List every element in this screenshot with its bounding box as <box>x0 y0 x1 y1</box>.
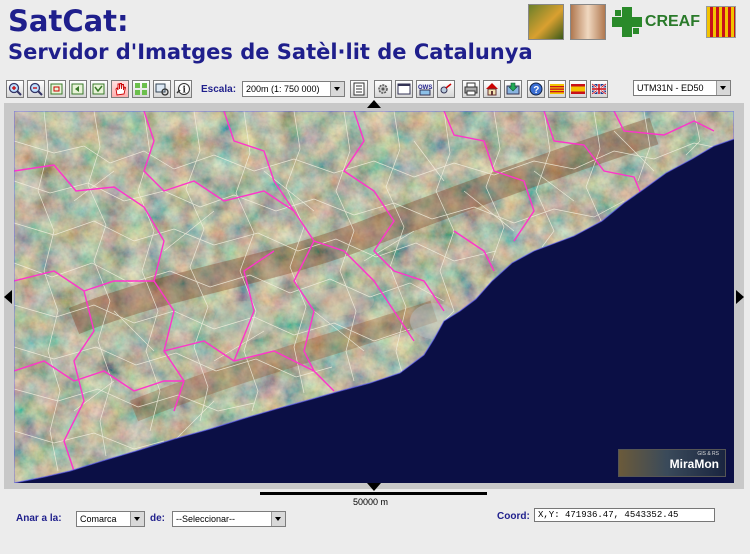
projection-value: UTM31N - ED50 <box>637 83 704 93</box>
miramon-logo[interactable]: GIS & RS MiraMon <box>618 449 726 477</box>
creaf-mark-icon <box>611 7 642 37</box>
miramon-logo-text: MiraMon <box>669 457 719 471</box>
zoom-out-button[interactable] <box>27 80 45 98</box>
projection-select[interactable]: UTM31N - ED50 <box>633 80 731 96</box>
escala-label: Escala: <box>201 84 237 95</box>
legend-button[interactable] <box>350 80 368 98</box>
map-frame: GIS & RS MiraMon <box>4 100 744 491</box>
app-title: SatCat: <box>8 4 129 38</box>
help-button[interactable]: ? <box>527 80 545 98</box>
zoom-window-button[interactable] <box>48 80 66 98</box>
svg-text:?: ? <box>533 85 539 96</box>
coord-label: Coord: <box>497 511 530 522</box>
escala-value: 200m (1: 750 000) <box>246 84 320 94</box>
creaf-logo[interactable]: CREAF <box>611 7 700 37</box>
anar-select[interactable]: Comarca <box>76 511 145 527</box>
print-button[interactable] <box>462 80 480 98</box>
english-flag-button[interactable] <box>590 80 608 98</box>
pan-hand-button[interactable] <box>111 80 129 98</box>
pan-west-arrow[interactable] <box>4 290 12 304</box>
chevron-down-icon <box>330 82 344 96</box>
toolbar: i Escala: 200m (1: 750 000) OWS ? UTM31N <box>6 80 744 100</box>
satellite-map-image <box>14 111 734 483</box>
escala-select[interactable]: 200m (1: 750 000) <box>242 81 345 97</box>
pan-north-arrow[interactable] <box>367 100 381 108</box>
catalan-flag-button[interactable] <box>548 80 566 98</box>
anar-label: Anar a la: <box>16 513 62 524</box>
zoom-all-button[interactable] <box>90 80 108 98</box>
satellite-logo[interactable] <box>527 4 564 40</box>
app-subtitle: Servidor d'Imatges de Satèl·lit de Catal… <box>8 40 533 64</box>
scale-label: 50000 m <box>353 497 389 507</box>
de-select[interactable]: --Seleccionar-- <box>172 511 286 527</box>
pan-south-arrow[interactable] <box>367 483 381 491</box>
settings-button[interactable] <box>374 80 392 98</box>
zoom-in-button[interactable] <box>6 80 24 98</box>
ambient-logo[interactable] <box>569 4 606 40</box>
svg-text:i: i <box>183 86 187 96</box>
grid-view-button[interactable] <box>132 80 150 98</box>
logos-bar: CREAF <box>527 4 736 40</box>
chevron-down-icon <box>271 512 285 526</box>
ows-button[interactable]: OWS <box>416 80 434 98</box>
query-map-button[interactable] <box>153 80 171 98</box>
scale-bar <box>260 492 487 495</box>
pan-east-arrow[interactable] <box>736 290 744 304</box>
de-label: de: <box>150 513 165 524</box>
generalitat-logo[interactable] <box>706 6 736 38</box>
home-button[interactable] <box>483 80 501 98</box>
download-button[interactable] <box>504 80 522 98</box>
info-query-button[interactable]: i <box>174 80 192 98</box>
spanish-flag-button[interactable] <box>569 80 587 98</box>
satellite-map[interactable]: GIS & RS MiraMon <box>14 111 734 483</box>
chevron-down-icon <box>716 81 730 95</box>
new-window-button[interactable] <box>395 80 413 98</box>
creaf-logo-text: CREAF <box>644 13 700 30</box>
zoom-previous-button[interactable] <box>69 80 87 98</box>
link-button[interactable] <box>437 80 455 98</box>
de-value: --Seleccionar-- <box>176 514 236 524</box>
coord-field[interactable]: X,Y: 471936.47, 4543352.45 <box>534 508 715 522</box>
anar-value: Comarca <box>80 514 117 524</box>
chevron-down-icon <box>130 512 144 526</box>
